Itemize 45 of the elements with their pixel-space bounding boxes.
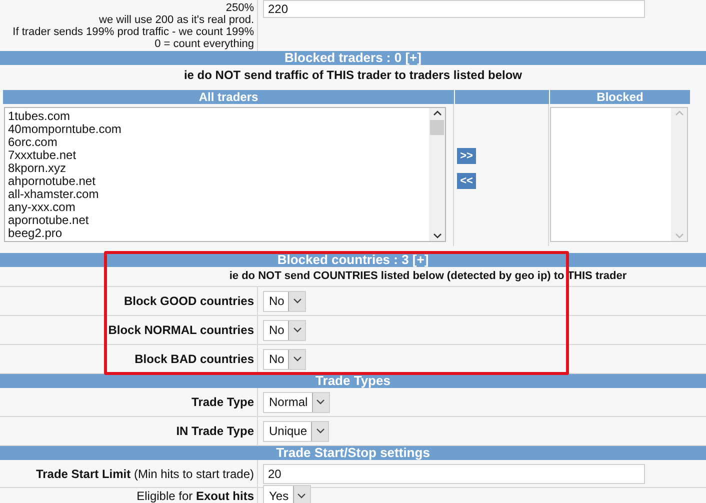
section-header: Trade Start/Stop settings bbox=[0, 446, 706, 460]
list-item[interactable]: all-xhamster.com bbox=[8, 188, 429, 201]
input-field[interactable]: 20 bbox=[263, 464, 645, 484]
scrollbar-thumb[interactable] bbox=[430, 120, 444, 135]
dropdown[interactable]: No bbox=[263, 290, 306, 312]
dropdown[interactable]: Unique bbox=[263, 420, 330, 442]
field-label: Trade Start Limit (Min hits to start trade) bbox=[36, 466, 254, 482]
field-label: IN Trade Type bbox=[176, 423, 254, 440]
list-item[interactable]: any-xxx.com bbox=[8, 201, 429, 214]
field-hint: 0 = count everything bbox=[154, 38, 254, 50]
move-button[interactable]: << bbox=[457, 173, 476, 189]
dropdown[interactable]: Normal bbox=[263, 392, 330, 412]
column-header: All traders bbox=[3, 90, 454, 104]
scroll-down-icon[interactable] bbox=[432, 233, 442, 239]
field-label: Trade Type bbox=[192, 394, 254, 411]
scroll-up-icon[interactable] bbox=[432, 110, 442, 116]
field-label: Block BAD countries bbox=[134, 351, 254, 368]
list-box[interactable] bbox=[550, 107, 688, 242]
scrollbar[interactable] bbox=[429, 108, 445, 241]
field-hint: If trader sends 199% prod traffic - we count 199% bbox=[12, 26, 254, 38]
field-hint: 250% bbox=[226, 2, 254, 14]
section-subtitle: ie do NOT send traffic of THIS trader to traders listed below bbox=[184, 67, 522, 84]
list-item[interactable]: 40momporntube.com bbox=[8, 123, 429, 136]
list-item[interactable]: beeg2.pro bbox=[8, 227, 429, 240]
section-subtitle: ie do NOT send COUNTRIES listed below (detected by geo ip) to THIS trader bbox=[229, 269, 627, 284]
section-header: Blocked countries : 3 [+] bbox=[0, 253, 706, 267]
field-label: Block GOOD countries bbox=[124, 293, 254, 310]
field-label: Block NORMAL countries bbox=[108, 322, 254, 339]
section-header: Trade Types bbox=[0, 374, 706, 388]
field-label: Eligible for Exout hits bbox=[136, 488, 254, 503]
list-item[interactable]: 8kporn.xyz bbox=[8, 162, 429, 175]
list-item[interactable]: apornotube.net bbox=[8, 214, 429, 227]
column-header: Blocked bbox=[549, 90, 690, 104]
list-item[interactable]: 6orc.com bbox=[8, 136, 429, 149]
list-item[interactable]: 7xxxtube.net bbox=[8, 149, 429, 162]
input-field[interactable]: 220 bbox=[263, 0, 645, 18]
dropdown[interactable]: Yes bbox=[263, 485, 311, 503]
section-header: Blocked traders : 0 [+] bbox=[0, 51, 706, 65]
field-hint: we will use 200 as it's real prod. bbox=[99, 14, 254, 26]
dropdown[interactable]: No bbox=[263, 320, 306, 340]
list-item[interactable]: 1tubes.com bbox=[8, 110, 429, 123]
list-item[interactable]: ahpornotube.net bbox=[8, 175, 429, 188]
move-button[interactable]: >> bbox=[457, 148, 476, 164]
list-box[interactable]: 1tubes.com 40momporntube.com 6orc.com 7xxxtube.net 8kporn.xyz ahpornotube.net all-xhamster.com any-xxx.com apornotube.net beeg2.pro bbox=[4, 107, 446, 242]
dropdown[interactable]: No bbox=[263, 348, 306, 370]
